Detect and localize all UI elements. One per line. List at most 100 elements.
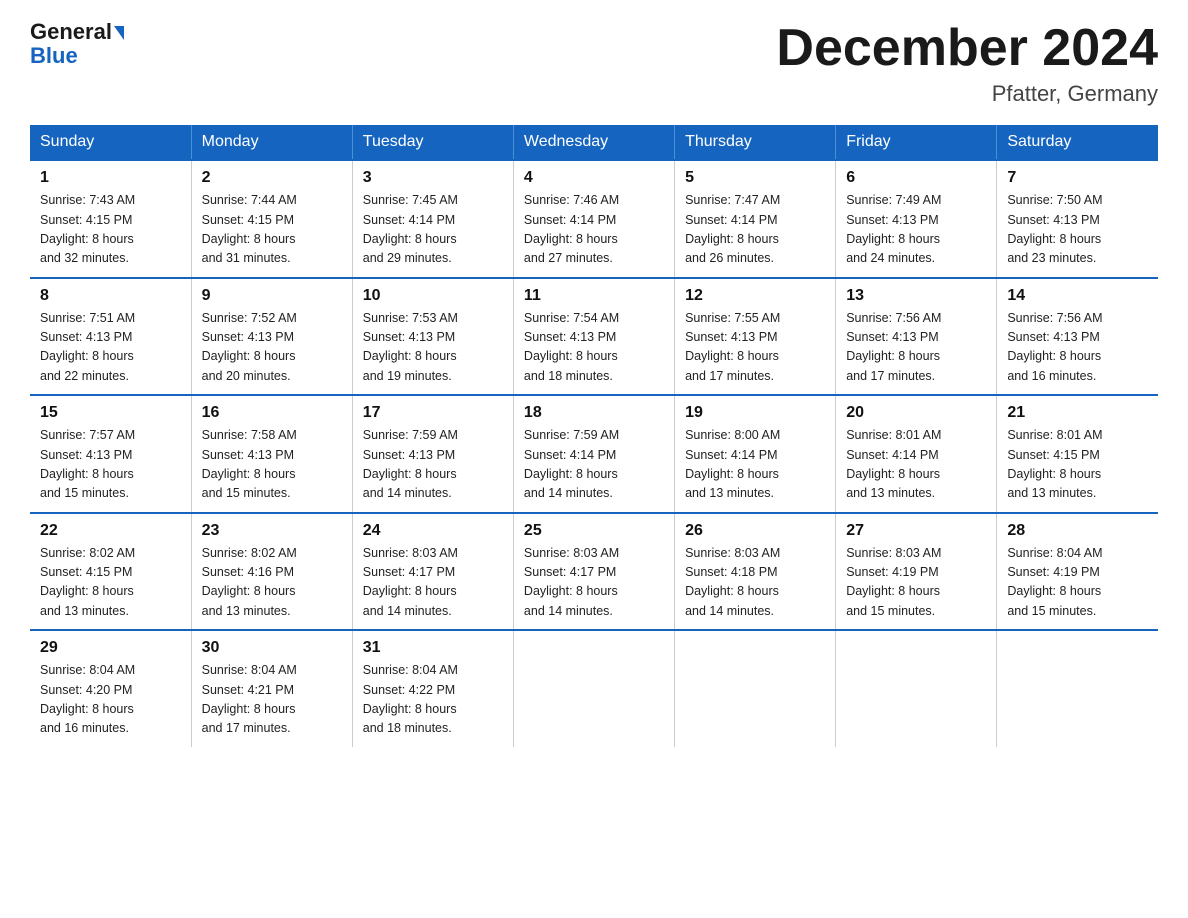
weekday-header-saturday: Saturday: [997, 125, 1158, 160]
day-info: Sunrise: 8:03 AMSunset: 4:17 PMDaylight:…: [363, 544, 503, 622]
week-row-5: 29 Sunrise: 8:04 AMSunset: 4:20 PMDaylig…: [30, 630, 1158, 747]
day-info: Sunrise: 7:52 AMSunset: 4:13 PMDaylight:…: [202, 309, 342, 387]
weekday-header-sunday: Sunday: [30, 125, 191, 160]
calendar-cell: [836, 630, 997, 747]
day-number: 20: [846, 404, 986, 422]
day-number: 2: [202, 169, 342, 187]
day-info: Sunrise: 7:47 AMSunset: 4:14 PMDaylight:…: [685, 191, 825, 269]
calendar-cell: 15 Sunrise: 7:57 AMSunset: 4:13 PMDaylig…: [30, 395, 191, 513]
day-info: Sunrise: 7:59 AMSunset: 4:13 PMDaylight:…: [363, 426, 503, 504]
calendar-cell: 11 Sunrise: 7:54 AMSunset: 4:13 PMDaylig…: [513, 278, 674, 396]
calendar-cell: 14 Sunrise: 7:56 AMSunset: 4:13 PMDaylig…: [997, 278, 1158, 396]
calendar-cell: 28 Sunrise: 8:04 AMSunset: 4:19 PMDaylig…: [997, 513, 1158, 631]
day-number: 16: [202, 404, 342, 422]
calendar-cell: [513, 630, 674, 747]
day-info: Sunrise: 8:04 AMSunset: 4:22 PMDaylight:…: [363, 661, 503, 739]
calendar-cell: [997, 630, 1158, 747]
week-row-4: 22 Sunrise: 8:02 AMSunset: 4:15 PMDaylig…: [30, 513, 1158, 631]
day-info: Sunrise: 8:02 AMSunset: 4:16 PMDaylight:…: [202, 544, 342, 622]
day-info: Sunrise: 8:00 AMSunset: 4:14 PMDaylight:…: [685, 426, 825, 504]
calendar-cell: 2 Sunrise: 7:44 AMSunset: 4:15 PMDayligh…: [191, 160, 352, 278]
day-info: Sunrise: 8:04 AMSunset: 4:21 PMDaylight:…: [202, 661, 342, 739]
day-number: 22: [40, 522, 181, 540]
day-number: 30: [202, 639, 342, 657]
logo-general-text: General: [30, 19, 112, 44]
week-row-1: 1 Sunrise: 7:43 AMSunset: 4:15 PMDayligh…: [30, 160, 1158, 278]
day-number: 31: [363, 639, 503, 657]
day-number: 29: [40, 639, 181, 657]
day-info: Sunrise: 7:46 AMSunset: 4:14 PMDaylight:…: [524, 191, 664, 269]
day-number: 25: [524, 522, 664, 540]
day-number: 17: [363, 404, 503, 422]
month-year-title: December 2024: [776, 20, 1158, 77]
day-info: Sunrise: 8:04 AMSunset: 4:19 PMDaylight:…: [1007, 544, 1148, 622]
day-number: 6: [846, 169, 986, 187]
day-info: Sunrise: 8:03 AMSunset: 4:19 PMDaylight:…: [846, 544, 986, 622]
calendar-cell: 10 Sunrise: 7:53 AMSunset: 4:13 PMDaylig…: [352, 278, 513, 396]
day-number: 13: [846, 287, 986, 305]
day-info: Sunrise: 7:56 AMSunset: 4:13 PMDaylight:…: [846, 309, 986, 387]
day-info: Sunrise: 7:56 AMSunset: 4:13 PMDaylight:…: [1007, 309, 1148, 387]
calendar-cell: 17 Sunrise: 7:59 AMSunset: 4:13 PMDaylig…: [352, 395, 513, 513]
day-info: Sunrise: 8:02 AMSunset: 4:15 PMDaylight:…: [40, 544, 181, 622]
day-number: 28: [1007, 522, 1148, 540]
calendar-cell: 8 Sunrise: 7:51 AMSunset: 4:13 PMDayligh…: [30, 278, 191, 396]
calendar-cell: 22 Sunrise: 8:02 AMSunset: 4:15 PMDaylig…: [30, 513, 191, 631]
day-info: Sunrise: 7:54 AMSunset: 4:13 PMDaylight:…: [524, 309, 664, 387]
location-subtitle: Pfatter, Germany: [776, 81, 1158, 107]
week-row-3: 15 Sunrise: 7:57 AMSunset: 4:13 PMDaylig…: [30, 395, 1158, 513]
logo-blue-text: Blue: [30, 43, 78, 68]
calendar-cell: 7 Sunrise: 7:50 AMSunset: 4:13 PMDayligh…: [997, 160, 1158, 278]
logo-arrow-icon: [114, 26, 124, 40]
day-number: 19: [685, 404, 825, 422]
calendar-cell: 29 Sunrise: 8:04 AMSunset: 4:20 PMDaylig…: [30, 630, 191, 747]
calendar-cell: 30 Sunrise: 8:04 AMSunset: 4:21 PMDaylig…: [191, 630, 352, 747]
calendar-table: SundayMondayTuesdayWednesdayThursdayFrid…: [30, 125, 1158, 747]
day-info: Sunrise: 7:53 AMSunset: 4:13 PMDaylight:…: [363, 309, 503, 387]
page-header: General Blue December 2024 Pfatter, Germ…: [30, 20, 1158, 107]
day-info: Sunrise: 7:43 AMSunset: 4:15 PMDaylight:…: [40, 191, 181, 269]
calendar-cell: 13 Sunrise: 7:56 AMSunset: 4:13 PMDaylig…: [836, 278, 997, 396]
weekday-header-friday: Friday: [836, 125, 997, 160]
calendar-cell: [675, 630, 836, 747]
day-number: 8: [40, 287, 181, 305]
day-number: 18: [524, 404, 664, 422]
day-number: 21: [1007, 404, 1148, 422]
day-info: Sunrise: 7:51 AMSunset: 4:13 PMDaylight:…: [40, 309, 181, 387]
day-info: Sunrise: 8:01 AMSunset: 4:15 PMDaylight:…: [1007, 426, 1148, 504]
calendar-cell: 18 Sunrise: 7:59 AMSunset: 4:14 PMDaylig…: [513, 395, 674, 513]
calendar-cell: 5 Sunrise: 7:47 AMSunset: 4:14 PMDayligh…: [675, 160, 836, 278]
weekday-header-wednesday: Wednesday: [513, 125, 674, 160]
day-number: 14: [1007, 287, 1148, 305]
logo: General Blue: [30, 20, 124, 68]
day-number: 11: [524, 287, 664, 305]
day-info: Sunrise: 8:04 AMSunset: 4:20 PMDaylight:…: [40, 661, 181, 739]
calendar-cell: 3 Sunrise: 7:45 AMSunset: 4:14 PMDayligh…: [352, 160, 513, 278]
calendar-cell: 25 Sunrise: 8:03 AMSunset: 4:17 PMDaylig…: [513, 513, 674, 631]
calendar-cell: 19 Sunrise: 8:00 AMSunset: 4:14 PMDaylig…: [675, 395, 836, 513]
day-number: 10: [363, 287, 503, 305]
day-info: Sunrise: 7:49 AMSunset: 4:13 PMDaylight:…: [846, 191, 986, 269]
day-number: 3: [363, 169, 503, 187]
day-number: 12: [685, 287, 825, 305]
day-number: 26: [685, 522, 825, 540]
calendar-cell: 1 Sunrise: 7:43 AMSunset: 4:15 PMDayligh…: [30, 160, 191, 278]
calendar-cell: 21 Sunrise: 8:01 AMSunset: 4:15 PMDaylig…: [997, 395, 1158, 513]
day-number: 1: [40, 169, 181, 187]
calendar-cell: 6 Sunrise: 7:49 AMSunset: 4:13 PMDayligh…: [836, 160, 997, 278]
day-number: 7: [1007, 169, 1148, 187]
day-info: Sunrise: 8:03 AMSunset: 4:18 PMDaylight:…: [685, 544, 825, 622]
day-info: Sunrise: 7:50 AMSunset: 4:13 PMDaylight:…: [1007, 191, 1148, 269]
calendar-cell: 9 Sunrise: 7:52 AMSunset: 4:13 PMDayligh…: [191, 278, 352, 396]
day-info: Sunrise: 8:01 AMSunset: 4:14 PMDaylight:…: [846, 426, 986, 504]
day-info: Sunrise: 7:44 AMSunset: 4:15 PMDaylight:…: [202, 191, 342, 269]
day-info: Sunrise: 7:57 AMSunset: 4:13 PMDaylight:…: [40, 426, 181, 504]
day-number: 9: [202, 287, 342, 305]
day-number: 24: [363, 522, 503, 540]
weekday-header-thursday: Thursday: [675, 125, 836, 160]
day-info: Sunrise: 7:55 AMSunset: 4:13 PMDaylight:…: [685, 309, 825, 387]
day-number: 4: [524, 169, 664, 187]
day-number: 5: [685, 169, 825, 187]
weekday-header-monday: Monday: [191, 125, 352, 160]
calendar-cell: 27 Sunrise: 8:03 AMSunset: 4:19 PMDaylig…: [836, 513, 997, 631]
